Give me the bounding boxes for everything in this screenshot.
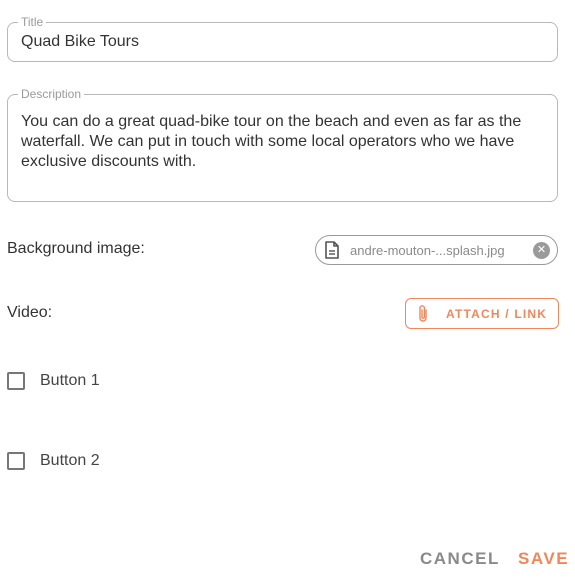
description-field[interactable]: Description You can do a great quad-bike… <box>7 87 558 202</box>
video-label: Video: <box>7 304 53 321</box>
document-icon <box>324 241 340 259</box>
button-1-row[interactable]: Button 1 <box>7 372 100 390</box>
save-button[interactable]: SAVE <box>518 549 569 569</box>
button-2-label: Button 2 <box>40 452 100 469</box>
cancel-button[interactable]: CANCEL <box>420 549 500 569</box>
button-2-row[interactable]: Button 2 <box>7 452 100 470</box>
button-2-checkbox[interactable] <box>7 452 25 470</box>
button-1-checkbox[interactable] <box>7 372 25 390</box>
attach-link-button[interactable]: ATTACH / LINK <box>405 298 559 329</box>
title-input[interactable]: Quad Bike Tours <box>21 32 543 52</box>
paperclip-icon <box>416 304 430 324</box>
attach-link-label: ATTACH / LINK <box>446 306 548 321</box>
title-field[interactable]: Title Quad Bike Tours <box>7 15 558 62</box>
description-textarea[interactable]: You can do a great quad-bike tour on the… <box>21 112 543 172</box>
close-circle-icon[interactable]: ✕ <box>533 242 550 259</box>
description-field-legend: Description <box>18 87 85 101</box>
title-field-legend: Title <box>18 15 47 29</box>
background-image-file-name: andre-mouton-...splash.jpg <box>350 242 505 258</box>
button-1-label: Button 1 <box>40 372 100 389</box>
background-image-label: Background image: <box>7 240 145 257</box>
background-image-chip[interactable]: andre-mouton-...splash.jpg ✕ <box>315 235 558 265</box>
